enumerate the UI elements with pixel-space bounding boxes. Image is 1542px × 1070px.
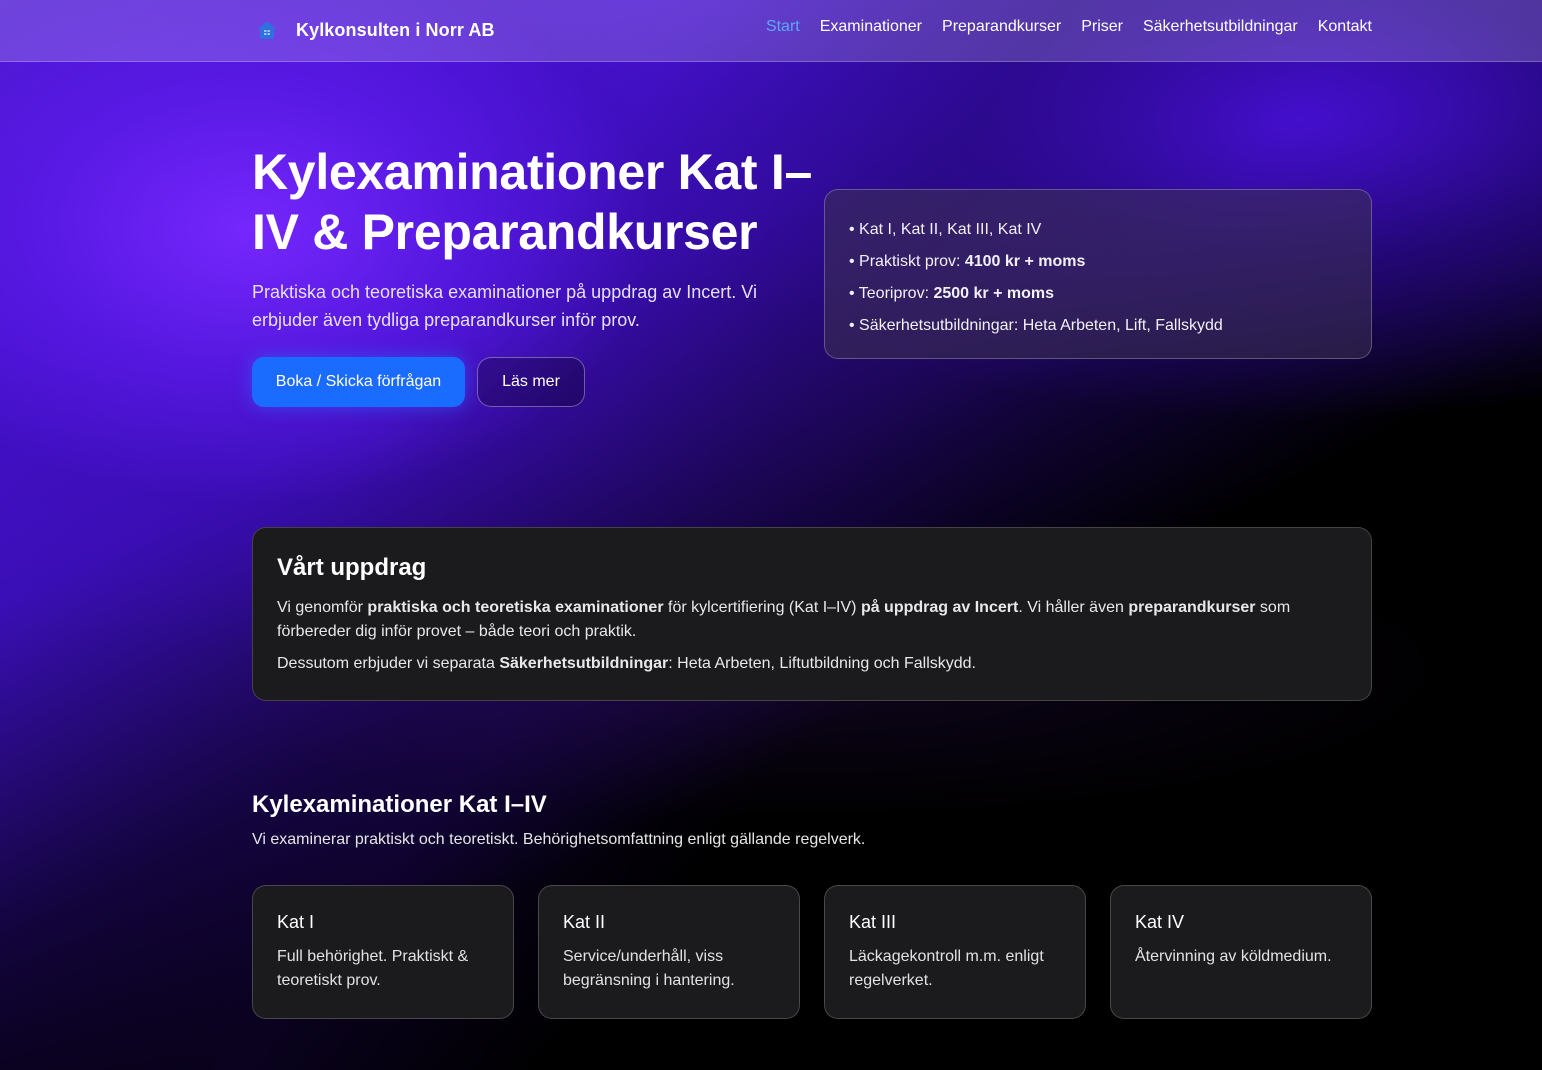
info-item-safety: • Säkerhetsutbildningar: Heta Arbeten, L… (849, 317, 1223, 334)
nav-kontakt[interactable]: Kontakt (1318, 18, 1372, 36)
hero-title: Kylexaminationer Kat I–IV & Preparandkur… (252, 144, 812, 260)
info-item-categories: • Kat I, Kat II, Kat III, Kat IV (849, 221, 1042, 238)
brand[interactable]: Kylkonsulten i Norr AB (256, 16, 495, 44)
read-more-button[interactable]: Läs mer (477, 357, 585, 407)
info-list: • Kat I, Kat II, Kat III, Kat IV • Prakt… (849, 214, 1347, 342)
nav-priser[interactable]: Priser (1081, 18, 1123, 36)
main-nav: Start Examinationer Preparandkurser Pris… (766, 18, 1372, 36)
nav-examinationer[interactable]: Examinationer (820, 18, 922, 36)
mission-paragraph-1: Vi genomför praktiska och teoretiska exa… (277, 599, 1291, 640)
mission-section: Vårt uppdrag Vi genomför praktiska och t… (252, 527, 1372, 701)
nav-preparandkurser[interactable]: Preparandkurser (942, 18, 1061, 36)
mission-title: Vårt uppdrag (277, 554, 427, 581)
book-request-button[interactable]: Boka / Skicka förfrågan (252, 357, 465, 407)
exam-card-kat-3: Kat III Läckagekontroll m.m. enligt rege… (824, 885, 1086, 1019)
exam-card-kat-2: Kat II Service/underhåll, viss begränsni… (538, 885, 800, 1019)
exam-card-kat-4: Kat IV Återvinning av köldmedium. (1110, 885, 1372, 1019)
exam-card-text: Service/underhåll, viss begränsning i ha… (563, 948, 735, 989)
exam-card-title: Kat IV (1135, 912, 1185, 932)
info-item-practical-price: • Praktiskt prov: 4100 kr + moms (849, 253, 1086, 270)
exam-card-title: Kat I (277, 912, 315, 932)
exam-cards: Kat I Full behörighet. Praktiskt & teore… (252, 885, 1372, 1019)
hero-info-card: • Kat I, Kat II, Kat III, Kat IV • Prakt… (824, 189, 1372, 359)
exams-subtitle: Vi examinerar praktiskt och teoretiskt. … (252, 831, 866, 848)
nav-sakerhetsutbildningar[interactable]: Säkerhetsutbildningar (1143, 18, 1298, 36)
mission-paragraph-2: Dessutom erbjuder vi separata Säkerhetsu… (277, 655, 976, 672)
exam-card-kat-1: Kat I Full behörighet. Praktiskt & teore… (252, 885, 514, 1019)
exams-title: Kylexaminationer Kat I–IV (252, 791, 547, 818)
site-header: Kylkonsulten i Norr AB Start Examination… (0, 0, 1542, 62)
house-logo-icon (256, 19, 278, 41)
exam-card-text: Återvinning av köldmedium. (1135, 948, 1332, 965)
hero-subtitle: Praktiska och teoretiska examinationer p… (252, 282, 757, 330)
exam-card-title: Kat II (563, 912, 606, 932)
nav-start[interactable]: Start (766, 18, 800, 36)
brand-name: Kylkonsulten i Norr AB (296, 19, 495, 40)
info-item-theory-price: • Teoriprov: 2500 kr + moms (849, 285, 1054, 302)
exam-card-text: Läckagekontroll m.m. enligt regelverket. (849, 948, 1044, 989)
exam-card-title: Kat III (849, 912, 897, 932)
exam-card-text: Full behörighet. Praktiskt & teoretiskt … (277, 948, 469, 989)
